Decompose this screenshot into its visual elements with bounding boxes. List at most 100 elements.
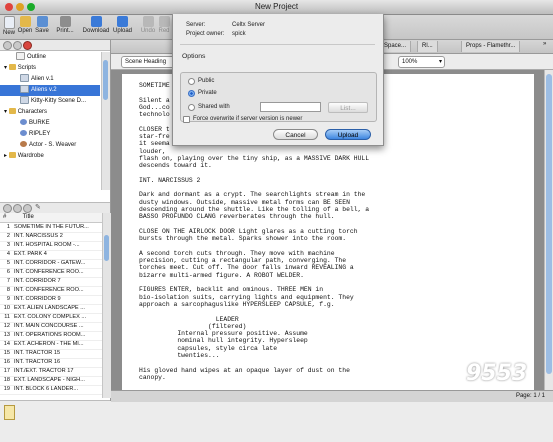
pencil-icon[interactable]: ✎	[35, 203, 41, 211]
new-button[interactable]: New	[2, 16, 16, 36]
scene-title: INT. CONFERENCE ROO...	[14, 287, 84, 293]
scene-title: EXT. ALIEN LANDSCAPE ...	[14, 305, 85, 311]
scene-title: SOMETIME IN THE FUTUR...	[14, 224, 89, 230]
tab-overflow-icon[interactable]: »	[543, 41, 546, 47]
radio-shared[interactable]	[188, 104, 195, 111]
scene-scrollbar[interactable]	[102, 213, 111, 398]
window-titlebar: New Project	[0, 0, 553, 15]
radio-public[interactable]	[188, 78, 195, 85]
tree-scrollbar[interactable]	[101, 52, 110, 190]
cancel-button[interactable]: Cancel	[273, 129, 318, 140]
add-item-button[interactable]	[3, 41, 12, 50]
scene-delete-button[interactable]	[23, 204, 32, 213]
scene-add-button[interactable]	[3, 204, 12, 213]
column-number[interactable]: #	[0, 213, 15, 222]
script-scroll-thumb[interactable]	[546, 74, 552, 374]
save-icon	[36, 16, 48, 27]
character-icon	[20, 119, 27, 126]
scene-title: EXT. PARK 4	[14, 251, 47, 257]
open-button[interactable]: Open	[17, 16, 33, 34]
save-button[interactable]: Save	[35, 16, 49, 34]
options-group: Public Private Shared with List...	[180, 72, 377, 122]
upload-icon	[117, 16, 128, 27]
tree-item-scripts[interactable]: ▾ Scripts	[0, 63, 100, 74]
scene-number: 14	[3, 341, 10, 347]
scene-title: INT. CORRIDOR 7	[14, 278, 61, 284]
scene-number: 16	[3, 359, 10, 365]
scene-number: 7	[6, 278, 10, 284]
window-title: New Project	[254, 2, 299, 11]
scene-title: EXT. LANDSCAPE - NIGH...	[14, 377, 85, 383]
tree-item-alien-v1[interactable]: Alien v.1	[0, 74, 100, 85]
tree-item-outline[interactable]: Outline	[0, 52, 100, 63]
printer-icon	[59, 16, 71, 27]
scene-number: 19	[3, 386, 10, 392]
scene-list: 1 SOMETIME IN THE FUTUR... 2 INT. NARCISSUS…	[0, 223, 102, 398]
scene-number: 6	[6, 269, 10, 275]
tab-props-flamethrower[interactable]: Props - Flamethr...	[461, 41, 521, 52]
scene-number: 5	[6, 260, 10, 266]
tree-item-burke[interactable]: BURKE	[0, 118, 100, 129]
tree-item-aliens-v2[interactable]: Aliens v.2	[0, 85, 100, 96]
folder-icon	[8, 64, 16, 71]
tab-rl[interactable]: Rl...	[417, 41, 438, 52]
tree-item-ripley[interactable]: RIPLEY	[0, 129, 100, 140]
scene-scroll-thumb[interactable]	[104, 235, 109, 261]
outline-icon	[16, 52, 25, 61]
scene-title: EXT. COLONY COMPLEX ...	[14, 314, 87, 320]
script-icon	[20, 85, 29, 94]
scene-number: 9	[6, 296, 10, 302]
divider	[180, 44, 375, 45]
zoom-select[interactable]: 100% ▾	[398, 56, 445, 68]
download-button[interactable]: Download	[82, 16, 110, 34]
scene-title: INT. HOSPITAL ROOM -...	[14, 242, 80, 248]
scene-number: 17	[3, 368, 10, 374]
radio-private[interactable]	[188, 90, 195, 97]
sidebar-bottom-panel	[0, 400, 110, 442]
undo-icon	[142, 16, 154, 27]
disclosure-triangle-icon[interactable]: ▸	[4, 153, 9, 159]
watermark-logo: 9553	[466, 361, 528, 386]
tree-scroll-thumb[interactable]	[103, 60, 108, 100]
scene-number: 3	[6, 242, 10, 248]
scene-row[interactable]: 19 INT. BLOCK 6 LANDER...	[0, 385, 102, 395]
upload-button[interactable]: Upload	[111, 16, 134, 34]
element-type-select[interactable]: Scene Heading▾	[121, 56, 178, 68]
scene-number: 10	[3, 305, 10, 311]
script-scrollbar[interactable]	[544, 70, 553, 390]
undo-button[interactable]: Undo	[140, 16, 156, 34]
tree-item-actor[interactable]: Actor - S. Weaver	[0, 140, 100, 151]
chevron-down-icon: ▾	[438, 59, 442, 65]
list-button[interactable]: List...	[328, 102, 368, 113]
disclosure-triangle-icon[interactable]: ▾	[4, 65, 9, 71]
shared-with-field[interactable]	[260, 102, 321, 112]
tree-item-kitty-kitty[interactable]: Kitty-Kitty Scene D...	[0, 96, 100, 107]
scene-title: INT. TRACTOR 16	[14, 359, 61, 365]
edit-item-button[interactable]	[13, 41, 22, 50]
tree-item-characters[interactable]: ▾ Characters	[0, 107, 100, 118]
index-card-icon[interactable]	[4, 405, 15, 420]
print-button[interactable]: Print...	[55, 16, 75, 34]
force-overwrite-checkbox[interactable]	[183, 116, 190, 123]
redo-icon	[158, 16, 170, 27]
disclosure-triangle-icon[interactable]: ▾	[4, 109, 9, 115]
scene-number: 8	[6, 287, 10, 293]
scene-edit-button[interactable]	[13, 204, 22, 213]
scene-number: 18	[3, 377, 10, 383]
scene-title: INT. NARCISSUS 2	[14, 233, 63, 239]
force-overwrite-label: Force overwrite if server version is new…	[193, 116, 303, 122]
script-icon	[20, 74, 29, 83]
radio-shared-label: Shared with	[198, 104, 230, 110]
project-sidebar: Outline ▾ Scripts Alien v.1 Aliens v.2 K…	[0, 40, 111, 442]
tree-item-wardrobe[interactable]: ▸ Wardrobe	[0, 151, 100, 162]
scene-number: 4	[6, 251, 10, 257]
upload-confirm-button[interactable]: Upload	[325, 129, 371, 140]
scene-title: INT. OPERATIONS ROOM...	[14, 332, 86, 338]
delete-item-button[interactable]	[23, 41, 32, 50]
scene-list-header: # Title	[0, 213, 102, 223]
folder-icon	[8, 108, 16, 115]
column-title[interactable]: Title	[17, 213, 34, 222]
redo-button[interactable]: Red	[157, 16, 171, 34]
script-icon	[20, 96, 29, 105]
actor-icon	[20, 141, 27, 148]
